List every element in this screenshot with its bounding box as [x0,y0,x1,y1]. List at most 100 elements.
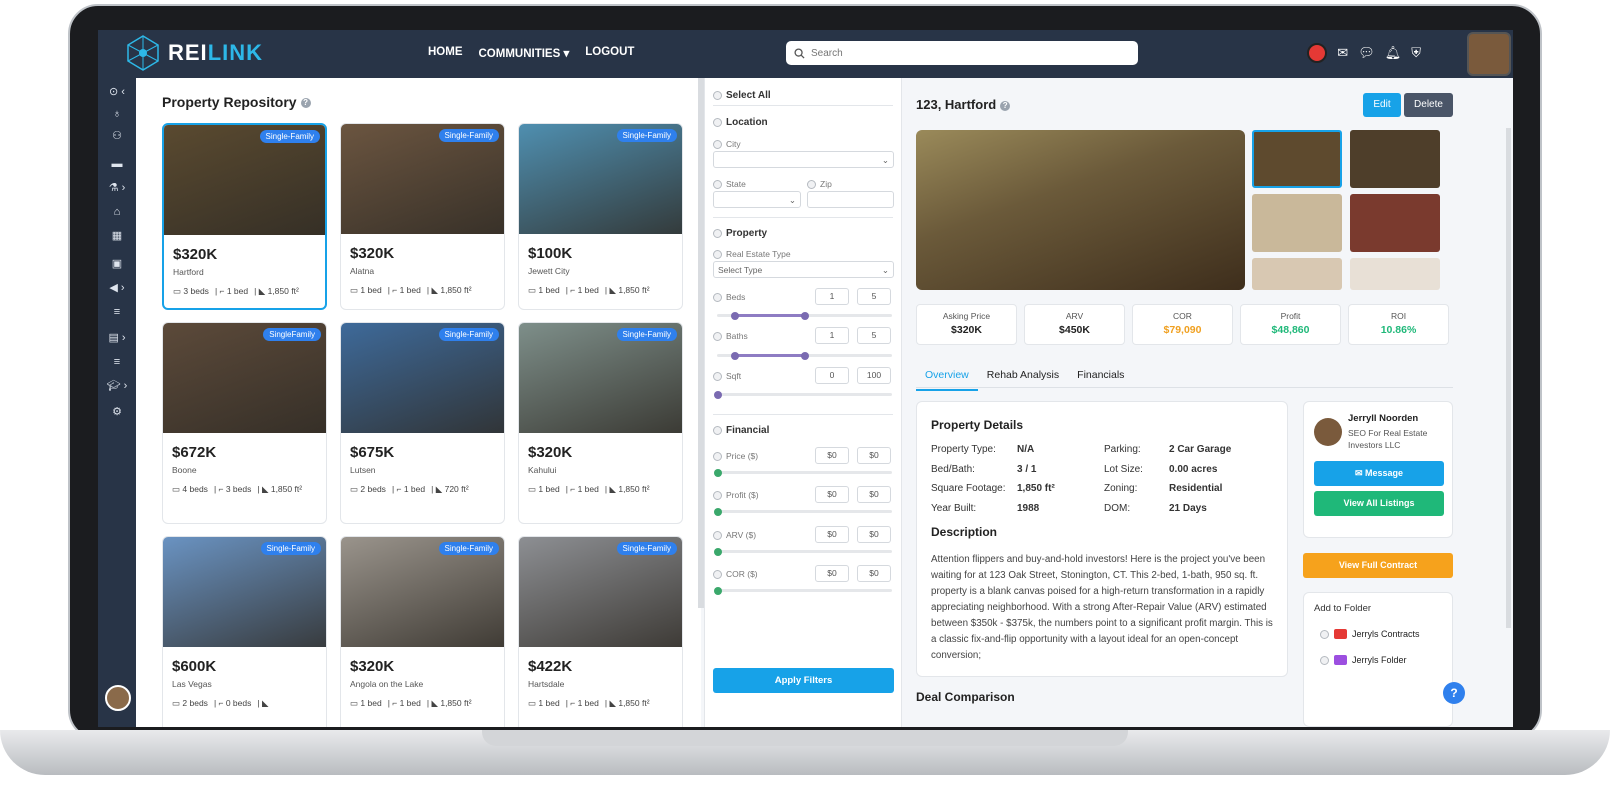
mail-icon[interactable]: ✉ [1337,45,1348,61]
select-all-radio[interactable] [713,91,722,100]
graduation-cap-icon[interactable]: 🎓︎ › [104,378,130,394]
thumbnail[interactable] [1252,258,1342,290]
price-max[interactable]: $0 [857,447,891,464]
property-card[interactable]: Single-Family $320K Kahului ▭ 1 bed | ⌐ … [518,322,683,524]
thumbnail[interactable] [1252,130,1342,188]
nav-communities[interactable]: COMMUNITIES ▾ [479,46,570,60]
zip-radio[interactable] [807,179,816,189]
gear-icon[interactable]: ⚙ [104,404,130,420]
profit-slider[interactable] [714,507,892,516]
sqft-min[interactable]: 0 [815,367,849,384]
property-card[interactable]: Single-Family $320K Hartford ▭ 3 beds | … [162,123,327,310]
property-card[interactable]: Single-Family $320K Alatna ▭ 1 bed | ⌐ 1… [340,123,505,310]
hero-photo[interactable] [916,130,1245,290]
sqft-slider[interactable] [714,390,892,399]
folder-item[interactable]: Jerryls Contracts [1320,629,1420,639]
city-select[interactable]: ⌄ [713,151,894,168]
state-radio[interactable] [713,179,722,189]
sqft-max[interactable]: 100 [857,367,891,384]
flask-icon[interactable]: ⚗ › [104,180,130,196]
cor-radio[interactable] [713,569,722,579]
city-radio[interactable] [713,139,722,149]
baths-slider[interactable] [717,351,892,360]
chat-icon[interactable]: 💬︎ [1358,45,1375,61]
arv-max[interactable]: $0 [857,526,891,543]
price-min[interactable]: $0 [815,447,849,464]
view-full-contract-button[interactable]: View Full Contract [1303,553,1453,578]
edit-button[interactable]: Edit [1363,93,1401,117]
user-avatar[interactable] [1467,32,1511,76]
profit-min[interactable]: $0 [815,486,849,503]
scrollbar[interactable] [1506,128,1511,628]
profit-max[interactable]: $0 [857,486,891,503]
baths-max[interactable]: 5 [857,327,891,344]
thumbnail[interactable] [1350,130,1440,188]
help-button[interactable]: ? [1443,682,1465,704]
folder-icon [1334,655,1347,665]
property-card[interactable]: Single-Family $422K Hartsdale ▭ 1 bed | … [518,536,683,727]
arv-min[interactable]: $0 [815,526,849,543]
settings-sliders-icon[interactable]: ≡ [104,354,130,370]
users-icon[interactable]: ⚇ [104,128,130,144]
property-card[interactable]: Single-Family $600K Las Vegas ▭ 2 beds |… [162,536,327,727]
property-radio[interactable] [713,229,722,238]
cor-min[interactable]: $0 [815,565,849,582]
message-button[interactable]: ✉ Message [1314,461,1444,486]
detail-key: Square Footage: [931,483,1006,494]
help-icon[interactable]: ? [300,98,311,109]
baths-radio[interactable] [713,331,722,341]
help-icon[interactable]: ? [1000,100,1011,111]
zip-input[interactable] [807,191,894,208]
home-icon[interactable]: ⌂ [104,204,130,220]
delete-button[interactable]: Delete [1404,93,1453,117]
location-radio[interactable] [713,118,722,127]
folder-icon[interactable]: ▬ [104,156,130,172]
property-card[interactable]: Single-Family $675K Lutsen ▭ 2 beds | ⌐ … [340,322,505,524]
price-slider[interactable] [714,468,892,477]
description-heading: Description [931,525,998,539]
apply-filters-button[interactable]: Apply Filters [713,668,894,693]
briefcase-icon[interactable]: ▣ [104,256,130,272]
nav-home[interactable]: HOME [428,46,463,60]
calculator-icon[interactable]: ▦ [104,228,130,244]
lightbulb-icon[interactable]: ♁ [104,106,130,122]
baths-min[interactable]: 1 [815,327,849,344]
view-all-listings-button[interactable]: View All Listings [1314,491,1444,516]
shield-icon[interactable]: ⛨ [1411,45,1421,61]
sqft-radio[interactable] [713,371,722,381]
cor-slider[interactable] [714,586,892,595]
document-icon[interactable]: ▤ › [104,330,130,346]
dashboard-icon[interactable]: ⊙ ‹ [104,84,130,100]
financial-radio[interactable] [713,426,722,435]
sidebar-avatar[interactable] [105,685,131,711]
thumbnail[interactable] [1350,194,1440,252]
search-input[interactable] [811,47,1111,59]
beds-max[interactable]: 5 [857,288,891,305]
re-type-radio[interactable] [713,249,722,259]
cor-max[interactable]: $0 [857,565,891,582]
logo[interactable]: REILINK [124,34,263,72]
property-detail: 123, Hartford? Edit Delete Asking Price $… [902,78,1513,727]
state-select[interactable]: ⌄ [713,191,801,208]
ladybug-icon[interactable] [1307,43,1328,63]
property-card[interactable]: Single-Family $320K Angola on the Lake ▭… [340,536,505,727]
thumbnail[interactable] [1252,194,1342,252]
megaphone-icon[interactable]: ◀ › [104,280,130,296]
beds-slider[interactable] [717,311,892,320]
thumbnail[interactable] [1350,258,1440,290]
profit-radio[interactable] [713,490,722,500]
property-card[interactable]: Single-Family $100K Jewett City ▭ 1 bed … [518,123,683,310]
bell-icon[interactable]: 🔔︎ [1385,45,1402,61]
property-card[interactable]: SingleFamily $672K Boone ▭ 4 beds | ⌐ 3 … [162,322,327,524]
beds-min[interactable]: 1 [815,288,849,305]
arv-slider[interactable] [714,547,892,556]
arv-radio[interactable] [713,530,722,540]
nav-logout[interactable]: LOGOUT [585,46,634,60]
re-type-select[interactable]: Select Type ⌄ [713,261,894,278]
zip-label: Zip [820,179,832,189]
price-radio[interactable] [713,451,722,461]
sqft-icon: | ◣ 1,850 ft² [604,285,650,295]
folder-item[interactable]: Jerryls Folder [1320,655,1407,665]
beds-radio[interactable] [713,292,722,302]
sliders-icon[interactable]: ≡ [104,304,130,320]
